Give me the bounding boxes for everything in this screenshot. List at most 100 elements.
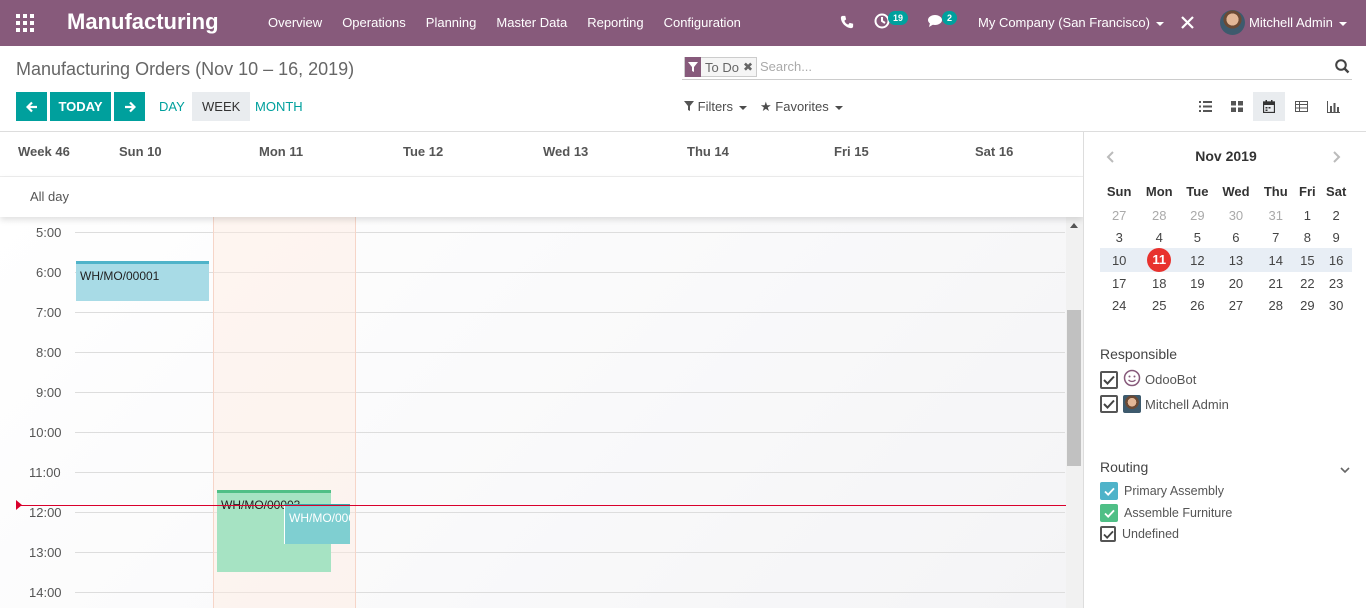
scale-day-button[interactable]: DAY [149, 92, 195, 121]
calendar-view-icon[interactable] [1253, 92, 1285, 121]
mini-calendar-day[interactable]: 19 [1180, 272, 1215, 294]
mini-calendar-day[interactable]: 9 [1320, 226, 1352, 248]
mini-calendar-day[interactable]: 16 [1320, 248, 1352, 272]
mini-calendar-day[interactable]: 4 [1138, 226, 1180, 248]
hour-label: 10:00 [29, 425, 62, 440]
mini-calendar-day[interactable]: 30 [1215, 204, 1258, 226]
calendar-week-view: Week 46 Sun 10 Mon 11 Tue 12 Wed 13 Thu … [0, 132, 1083, 608]
checkbox-checked[interactable] [1100, 504, 1118, 522]
mini-calendar-day[interactable]: 6 [1215, 226, 1258, 248]
responsible-filter-mitchell[interactable]: Mitchell Admin [1100, 395, 1229, 413]
favorites-label: Favorites [775, 99, 829, 114]
scale-month-button[interactable]: MONTH [245, 92, 313, 121]
menu-configuration[interactable]: Configuration [664, 15, 741, 30]
chevron-down-icon[interactable] [1340, 462, 1350, 477]
mini-calendar-day[interactable]: 28 [1257, 294, 1294, 316]
phone-icon[interactable] [840, 15, 854, 32]
calendar-event[interactable]: WH/MO/00001 [76, 261, 209, 301]
filter-label: Undefined [1122, 527, 1179, 541]
facet-label: To Do [705, 59, 739, 75]
arrow-left-icon [25, 101, 37, 112]
hour-label: 11:00 [29, 465, 61, 480]
menu-reporting[interactable]: Reporting [587, 15, 643, 30]
routing-filter-undefined[interactable]: Undefined [1100, 526, 1179, 542]
previous-button[interactable] [16, 92, 47, 121]
scroll-up-icon[interactable] [1070, 223, 1078, 228]
pivot-view-icon[interactable] [1285, 92, 1317, 121]
mini-calendar-day[interactable]: 8 [1294, 226, 1320, 248]
mini-calendar-day[interactable]: 18 [1138, 272, 1180, 294]
checkbox-checked[interactable] [1100, 395, 1118, 413]
calendar-scrollbar[interactable] [1066, 217, 1083, 608]
mini-calendar-day[interactable]: 28 [1138, 204, 1180, 226]
menu-planning[interactable]: Planning [426, 15, 477, 30]
mini-calendar-day[interactable]: 20 [1215, 272, 1258, 294]
routing-filter-assemble-furniture[interactable]: Assemble Furniture [1100, 504, 1232, 522]
mini-calendar-day[interactable]: 30 [1320, 294, 1352, 316]
mini-calendar-day[interactable]: 10 [1100, 248, 1139, 272]
mini-calendar-day[interactable]: 29 [1294, 294, 1320, 316]
filter-label: Primary Assembly [1124, 484, 1225, 498]
apps-menu-icon[interactable] [16, 14, 34, 32]
debug-tools-icon[interactable] [1180, 15, 1195, 33]
list-view-icon[interactable] [1189, 92, 1221, 121]
chevron-right-icon[interactable] [1332, 150, 1341, 166]
next-button[interactable] [114, 92, 145, 121]
scale-week-button[interactable]: WEEK [192, 92, 251, 121]
weekday-header: Sat [1326, 183, 1347, 199]
menu-operations[interactable]: Operations [342, 15, 406, 30]
mini-calendar-day[interactable]: 25 [1138, 294, 1180, 316]
mini-calendar-day[interactable]: 13 [1214, 248, 1258, 272]
search-input[interactable] [760, 59, 1320, 74]
checkbox-checked[interactable] [1100, 526, 1116, 542]
mini-calendar-day[interactable]: 12 [1180, 248, 1215, 272]
filter-label: Mitchell Admin [1145, 396, 1229, 412]
mini-calendar-day[interactable]: 27 [1100, 204, 1138, 226]
menu-overview[interactable]: Overview [268, 15, 322, 30]
responsible-filter-odoobot[interactable]: OdooBot [1100, 369, 1196, 390]
arrow-right-icon [124, 101, 136, 112]
time-grid[interactable]: 5:00 6:00 7:00 8:00 9:00 10:00 11:00 12:… [0, 217, 1066, 608]
mini-calendar-day[interactable]: 22 [1294, 272, 1320, 294]
app-name[interactable]: Manufacturing [67, 9, 219, 35]
user-menu[interactable]: Mitchell Admin [1249, 15, 1347, 30]
today-button[interactable]: TODAY [50, 92, 111, 121]
checkbox-checked[interactable] [1100, 370, 1118, 389]
mini-calendar-today[interactable]: 11 [1138, 248, 1181, 272]
mini-calendar-day[interactable]: 23 [1320, 272, 1352, 294]
remove-facet-icon[interactable]: ✖ [743, 60, 756, 74]
mini-calendar-day[interactable]: 26 [1180, 294, 1215, 316]
mini-calendar-day[interactable]: 17 [1100, 272, 1138, 294]
scrollbar-thumb[interactable] [1067, 310, 1081, 466]
routing-filter-primary-assembly[interactable]: Primary Assembly [1100, 482, 1224, 500]
mini-calendar-day[interactable]: 15 [1294, 248, 1321, 272]
mini-calendar-day[interactable]: 5 [1180, 226, 1215, 248]
mini-calendar-day[interactable]: 14 [1257, 248, 1295, 272]
mini-calendar-day[interactable]: 7 [1257, 226, 1294, 248]
calendar-event[interactable]: WH/MO/00002 [284, 504, 350, 544]
user-avatar[interactable] [1220, 10, 1245, 35]
filter-label: Assemble Furniture [1124, 506, 1233, 520]
kanban-view-icon[interactable] [1221, 92, 1253, 121]
mini-calendar-day[interactable]: 24 [1100, 294, 1138, 316]
graph-view-icon[interactable] [1317, 92, 1349, 121]
hour-label: 12:00 [29, 505, 62, 520]
week-number: Week 46 [18, 144, 70, 159]
mini-calendar-day[interactable]: 2 [1320, 204, 1352, 226]
mini-calendar-day[interactable]: 3 [1100, 226, 1138, 248]
all-day-row[interactable]: All day [0, 177, 1083, 217]
menu-master-data[interactable]: Master Data [496, 15, 567, 30]
checkbox-checked[interactable] [1100, 482, 1118, 500]
search-icon[interactable] [1335, 59, 1350, 77]
mini-calendar-day[interactable]: 21 [1257, 272, 1294, 294]
company-switcher[interactable]: My Company (San Francisco) [978, 15, 1164, 30]
mini-calendar-day[interactable]: 27 [1215, 294, 1258, 316]
mini-calendar-day[interactable]: 29 [1180, 204, 1215, 226]
filters-dropdown[interactable]: Filters [684, 99, 748, 114]
mini-calendar-day[interactable]: 31 [1257, 204, 1294, 226]
mini-calendar-day[interactable]: 1 [1294, 204, 1320, 226]
hour-label: 13:00 [29, 545, 62, 560]
all-day-label: All day [30, 189, 70, 204]
user-avatar [1123, 395, 1141, 413]
favorites-dropdown[interactable]: ★ Favorites [760, 99, 843, 115]
